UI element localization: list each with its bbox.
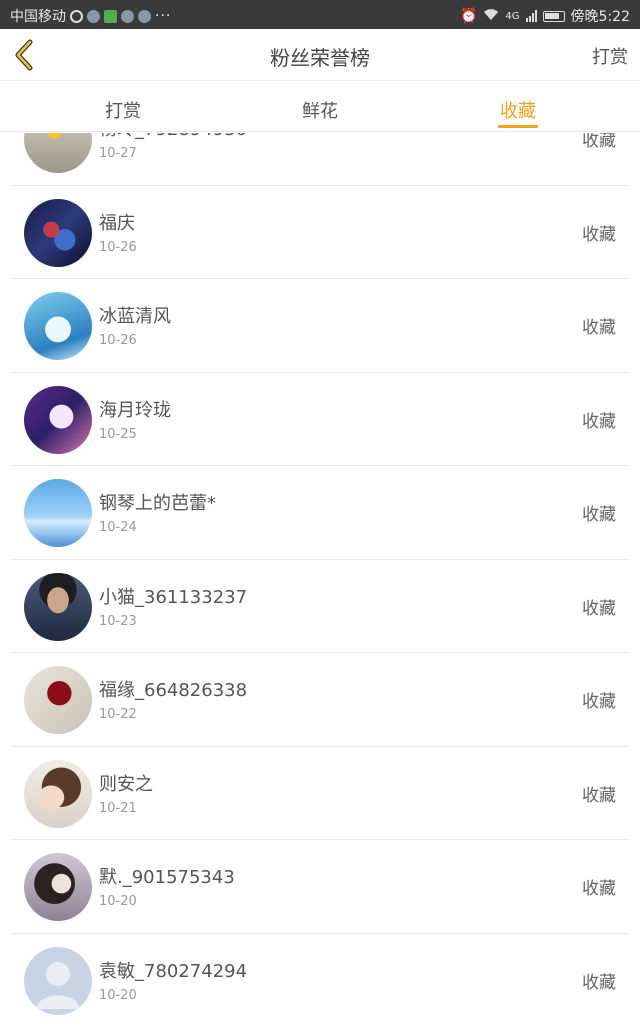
tab-flowers[interactable]: 鲜花 bbox=[260, 97, 380, 123]
signal-icon bbox=[525, 10, 537, 22]
avatar bbox=[24, 666, 92, 734]
reward-button[interactable]: 打赏 bbox=[592, 43, 628, 69]
action-label: 收藏 bbox=[582, 972, 616, 993]
avatar bbox=[24, 479, 92, 547]
carrier-label: 中国移动 bbox=[10, 9, 66, 25]
page-title: 粉丝荣誉榜 bbox=[270, 46, 370, 70]
action-label: 收藏 bbox=[582, 411, 616, 432]
user-name: 杨玲_792894930 bbox=[99, 133, 247, 141]
action-label: 收藏 bbox=[582, 785, 616, 806]
action-label: 收藏 bbox=[582, 598, 616, 619]
list-item[interactable]: 冰蓝清风 10-26 收藏 bbox=[12, 279, 628, 373]
date-label: 10-24 bbox=[99, 520, 137, 535]
user-name: 福缘_664826338 bbox=[99, 680, 248, 701]
user-name: 默._901575343 bbox=[99, 867, 235, 888]
action-label: 收藏 bbox=[582, 133, 616, 151]
tab-bar: 打赏 鲜花 收藏 bbox=[0, 82, 640, 132]
action-label: 收藏 bbox=[582, 505, 616, 525]
action-label: 收藏 bbox=[582, 224, 616, 245]
tab-favorites[interactable]: 收藏 bbox=[458, 97, 578, 123]
list-item[interactable]: 则安之 10-21 收藏 bbox=[12, 747, 628, 840]
user-name: 钢琴上的芭蕾* bbox=[99, 493, 216, 514]
app-notification-icon bbox=[138, 9, 151, 23]
user-name: 福庆 bbox=[99, 212, 135, 234]
action-label: 收藏 bbox=[582, 879, 616, 899]
date-label: 10-20 bbox=[99, 987, 137, 1003]
date-label: 10-27 bbox=[99, 146, 137, 161]
date-label: 10-25 bbox=[99, 426, 137, 442]
date-label: 10-20 bbox=[99, 894, 137, 909]
sync-icon bbox=[70, 9, 83, 23]
app-header: 粉丝荣誉榜 打赏 bbox=[0, 29, 640, 81]
list-item[interactable]: 袁敏_780274294 10-20 收藏 bbox=[12, 934, 628, 1024]
fan-list[interactable]: 杨玲_792894930 10-27 收藏 福庆 10-26 收藏 冰蓝清风 1… bbox=[0, 133, 640, 1024]
date-label: 10-21 bbox=[99, 800, 137, 816]
list-item[interactable]: 杨玲_792894930 10-27 收藏 bbox=[12, 133, 628, 186]
status-bar: 中国移动 ··· ⏰ 4G 傍晚5:22 bbox=[0, 0, 640, 29]
list-item[interactable]: 福缘_664826338 10-22 收藏 bbox=[12, 653, 628, 747]
app-notification-icon bbox=[121, 9, 134, 23]
list-item[interactable]: 默._901575343 10-20 收藏 bbox=[12, 840, 628, 934]
user-name: 冰蓝清风 bbox=[99, 306, 171, 327]
action-label: 收藏 bbox=[582, 318, 616, 338]
active-tab-indicator bbox=[498, 125, 538, 128]
alarm-icon: ⏰ bbox=[459, 8, 478, 24]
more-notifications-icon: ··· bbox=[155, 8, 172, 24]
avatar bbox=[24, 292, 92, 360]
list-item[interactable]: 钢琴上的芭蕾* 10-24 收藏 bbox=[12, 466, 628, 560]
date-label: 10-22 bbox=[99, 707, 137, 722]
battery-icon bbox=[542, 10, 565, 22]
user-name: 则安之 bbox=[99, 773, 153, 795]
date-label: 10-26 bbox=[99, 239, 137, 255]
list-item[interactable]: 福庆 10-26 收藏 bbox=[12, 186, 628, 279]
default-user-icon bbox=[36, 961, 80, 1009]
user-name: 小猫_361133237 bbox=[99, 586, 248, 608]
user-name: 袁敏_780274294 bbox=[99, 960, 248, 982]
action-label: 收藏 bbox=[582, 692, 616, 712]
app-notification-icon bbox=[87, 9, 100, 23]
list-item[interactable]: 海月玲珑 10-25 收藏 bbox=[12, 373, 628, 466]
avatar bbox=[24, 759, 92, 828]
avatar bbox=[24, 853, 92, 921]
user-name: 海月玲珑 bbox=[99, 399, 171, 421]
date-label: 10-23 bbox=[99, 613, 137, 629]
network-type-label: 4G bbox=[505, 10, 520, 22]
message-icon bbox=[104, 9, 117, 23]
avatar bbox=[24, 572, 92, 641]
avatar bbox=[24, 946, 92, 1015]
date-label: 10-26 bbox=[99, 333, 137, 348]
avatar bbox=[24, 198, 92, 267]
avatar bbox=[24, 133, 92, 173]
clock: 傍晚5:22 bbox=[570, 9, 630, 25]
avatar bbox=[24, 385, 92, 454]
list-item[interactable]: 小猫_361133237 10-23 收藏 bbox=[12, 560, 628, 653]
wifi-icon bbox=[483, 8, 499, 25]
tab-reward[interactable]: 打赏 bbox=[63, 97, 183, 123]
